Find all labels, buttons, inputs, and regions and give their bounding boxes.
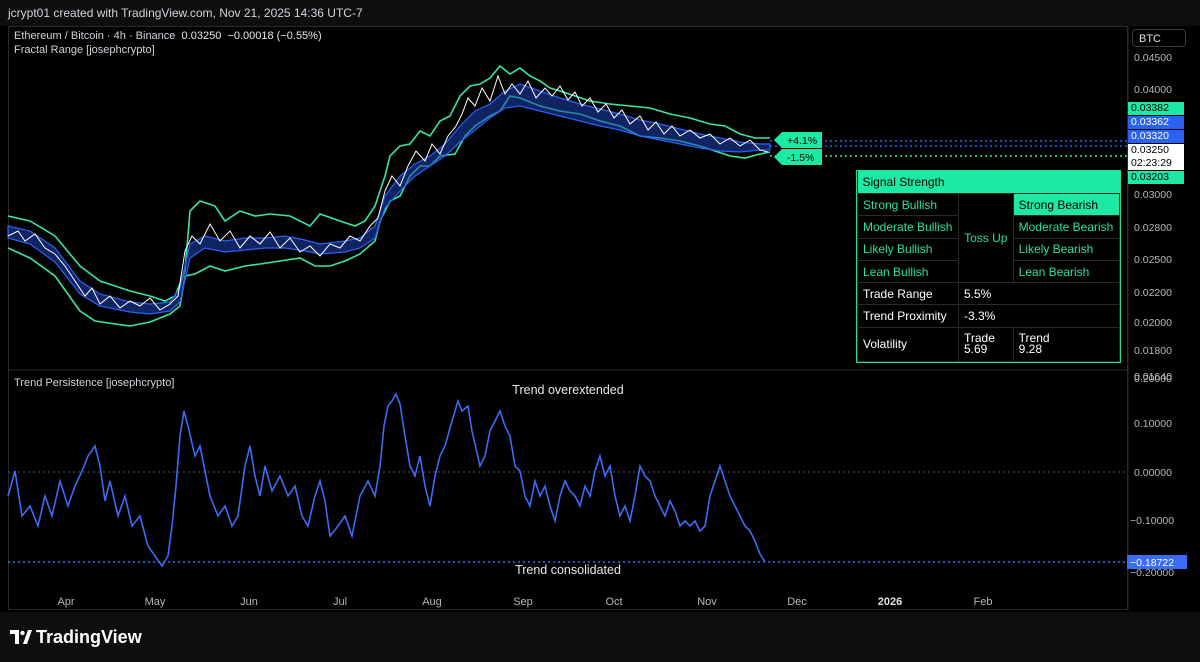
vol-trend-cell: Trend 9.28 xyxy=(1012,326,1121,363)
brand-text: TradingView xyxy=(36,627,142,647)
trend-proximity-label: Trend Proximity xyxy=(857,304,959,328)
footer-bar xyxy=(0,612,1200,662)
header-text: jcrypt01 created with TradingView.com, N… xyxy=(8,6,363,20)
osc-tick: −0.10000 xyxy=(1130,515,1174,527)
oscillator-line xyxy=(7,392,766,568)
time-tick: 2026 xyxy=(878,596,902,608)
vol-trade-cell: Trade 5.69 xyxy=(957,326,1014,363)
time-tick: Oct xyxy=(605,596,622,608)
price-tick: 0.01800 xyxy=(1134,345,1172,357)
price-tick: 0.02200 xyxy=(1134,287,1172,299)
vol-trade-value: 5.69 xyxy=(963,342,988,357)
lower-range-label: -1.5% xyxy=(787,152,814,164)
time-tick: Sep xyxy=(513,596,533,608)
osc-bottom-label: Trend consolidated xyxy=(515,563,621,577)
lean-bullish-cell: Lean Bullish xyxy=(857,259,959,284)
upper-range-label: +4.1% xyxy=(787,135,817,147)
chart-area[interactable]: +4.1% -1.5% Trend overextended Trend con… xyxy=(0,26,1200,612)
price-tick: 0.04500 xyxy=(1134,52,1172,64)
moderate-bullish-cell: Moderate Bullish xyxy=(857,215,959,239)
osc-tick: 0.10000 xyxy=(1134,418,1172,430)
blue-band xyxy=(7,83,771,315)
strong-bullish-cell: Strong Bullish xyxy=(857,192,959,217)
time-tick: Feb xyxy=(974,596,993,608)
symbol-change: −0.00018 (−0.55%) xyxy=(227,30,322,42)
indicator-legend-trend[interactable]: Trend Persistence [josephcrypto] xyxy=(14,377,174,389)
symbol-name: Ethereum / Bitcoin · 4h · Binance xyxy=(14,30,176,42)
likely-bearish-cell: Likely Bearish xyxy=(1012,237,1121,261)
time-tick: Jul xyxy=(333,596,347,608)
vol-trend-value: 9.28 xyxy=(1018,342,1042,357)
indicator-legend-fractal[interactable]: Fractal Range [josephcrypto] xyxy=(14,44,155,56)
time-tick: Jun xyxy=(240,596,258,608)
osc-tick: 0.20000 xyxy=(1134,373,1172,385)
tradingview-mark-icon xyxy=(10,628,32,644)
time-tick: Dec xyxy=(787,596,807,608)
likely-bullish-cell: Likely Bullish xyxy=(857,237,959,261)
price-tick: 0.03000 xyxy=(1134,189,1172,201)
price-tag-upper: 0.03382 xyxy=(1128,102,1184,115)
last-price-tag: 0.03250 02:23:29 xyxy=(1128,144,1184,170)
price-tick: 0.04000 xyxy=(1134,84,1172,96)
time-tick: Nov xyxy=(697,596,717,608)
osc-tick: 0.00000 xyxy=(1134,467,1172,479)
price-tag-lower: 0.03203 xyxy=(1128,171,1184,184)
trade-range-value: 5.5% xyxy=(957,282,1121,306)
osc-top-label: Trend overextended xyxy=(512,383,623,397)
signal-strength-table: Signal Strength Strong Bullish Toss Up S… xyxy=(856,170,1121,363)
bar-countdown: 02:23:29 xyxy=(1131,157,1172,169)
last-price: 0.03250 xyxy=(1131,144,1169,156)
trend-proximity-value: -3.3% xyxy=(957,304,1121,328)
price-tick: 0.02500 xyxy=(1134,254,1172,266)
time-tick: May xyxy=(145,596,166,608)
signal-title: Signal Strength xyxy=(857,171,1120,194)
osc-current-tag: −0.18722 xyxy=(1130,557,1174,569)
tradingview-logo[interactable]: TradingView xyxy=(10,627,142,648)
price-tick: 0.02000 xyxy=(1134,317,1172,329)
price-tag-blue2: 0.03320 xyxy=(1128,130,1184,143)
time-tick: Apr xyxy=(57,596,74,608)
price-tick: 0.02800 xyxy=(1134,222,1172,234)
volatility-label: Volatility xyxy=(857,326,959,363)
lean-bearish-cell: Lean Bearish xyxy=(1012,259,1121,284)
trade-range-label: Trade Range xyxy=(857,282,959,306)
symbol-legend[interactable]: Ethereum / Bitcoin · 4h · Binance 0.0325… xyxy=(14,30,322,42)
currency-button[interactable]: BTC xyxy=(1132,29,1186,47)
strong-bearish-cell: Strong Bearish xyxy=(1012,192,1121,217)
symbol-price: 0.03250 xyxy=(181,30,222,42)
moderate-bearish-cell: Moderate Bearish xyxy=(1012,215,1121,239)
price-tag-blue1: 0.03362 xyxy=(1128,116,1184,129)
header-bar: jcrypt01 created with TradingView.com, N… xyxy=(0,0,1200,26)
toss-up-cell: Toss Up xyxy=(957,192,1014,284)
time-tick: Aug xyxy=(422,596,442,608)
